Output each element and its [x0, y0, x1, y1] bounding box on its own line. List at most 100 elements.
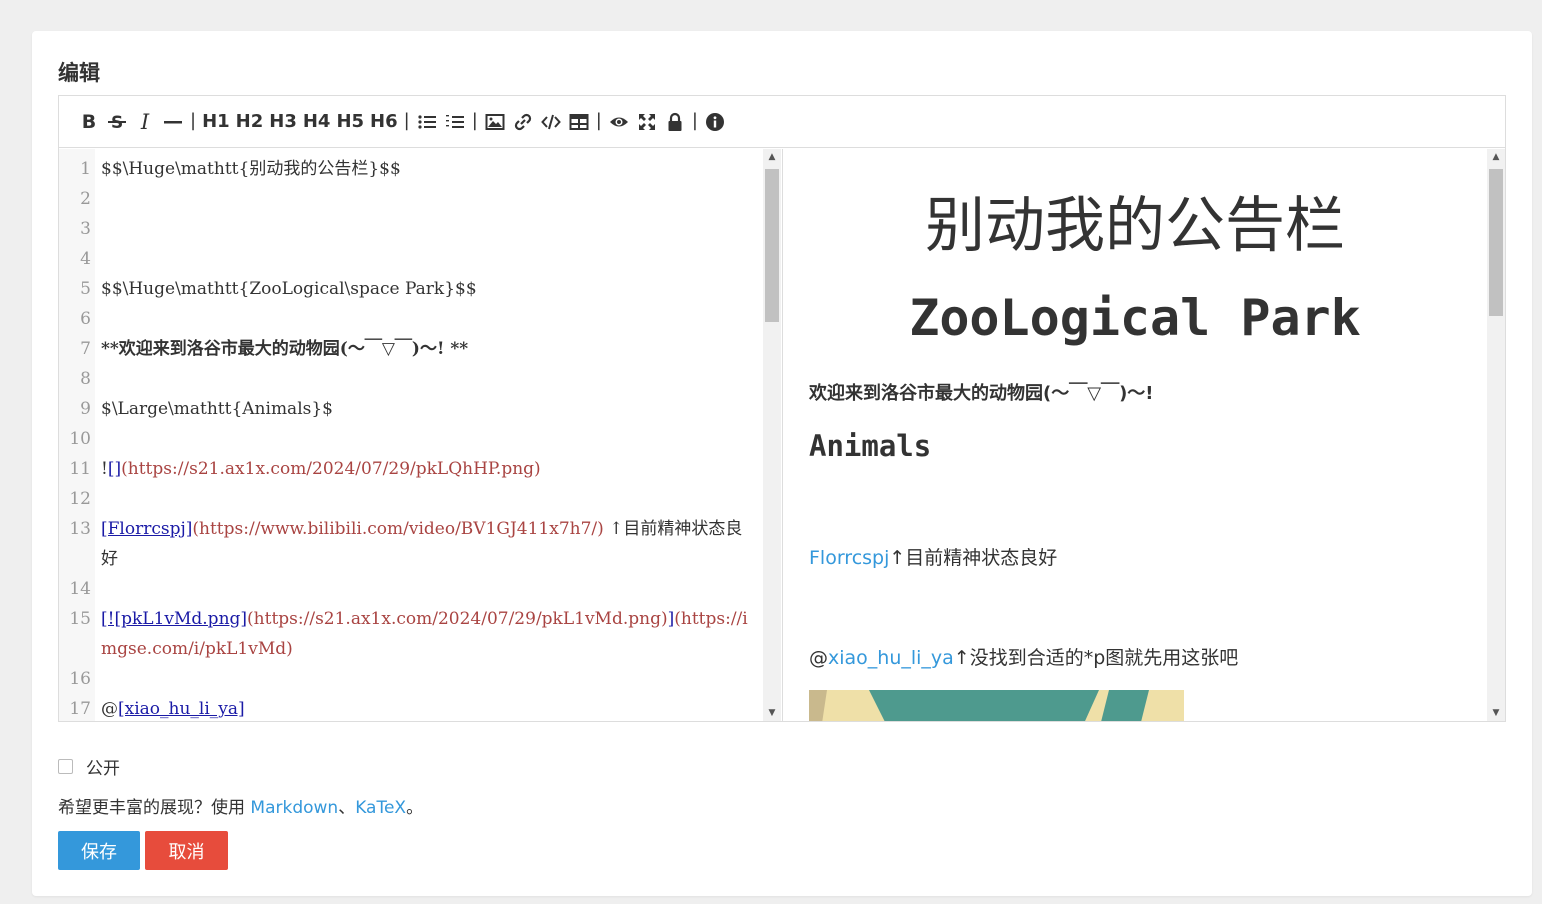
line-number: 16	[69, 669, 91, 689]
line-number: 14	[69, 579, 91, 599]
line-content	[95, 424, 759, 454]
florrcspj-link[interactable]: Florrcspj	[809, 547, 889, 569]
eye-icon[interactable]	[605, 107, 633, 137]
code-line[interactable]: 14	[59, 574, 759, 604]
toolbar-separator: |	[190, 110, 197, 131]
code-line[interactable]: 9 $\Large\mathtt{Animals}$	[59, 394, 759, 424]
code-icon[interactable]	[537, 107, 565, 137]
toolbar-separator: |	[595, 110, 602, 131]
preview-scrollbar[interactable]: ▲ ▼	[1487, 149, 1505, 721]
code-line[interactable]: 15 [![pkL1vMd.png](https://s21.ax1x.com/2…	[59, 604, 759, 664]
markdown-link[interactable]: Markdown	[250, 798, 338, 818]
status-text: ↑目前精神状态良好	[889, 547, 1058, 569]
scroll-up-arrow-icon[interactable]: ▲	[763, 149, 781, 165]
code-line[interactable]: 13 [Florrcspj](https://www.bilibili.com/v…	[59, 514, 759, 574]
h5-button[interactable]: H5	[333, 107, 367, 137]
preview-scrollbar-thumb[interactable]	[1489, 169, 1503, 316]
code-line[interactable]: 12	[59, 484, 759, 514]
line-content	[95, 664, 759, 694]
preview-pane: 别动我的公告栏 ZooLogical Park 欢迎来到洛谷市最大的动物园(～￣…	[783, 149, 1487, 721]
toolbar-separator: |	[471, 110, 478, 131]
cancel-button[interactable]: 取消	[145, 831, 228, 870]
save-button[interactable]: 保存	[58, 831, 140, 870]
link-icon[interactable]	[509, 107, 537, 137]
line-number: 4	[80, 249, 91, 269]
code-line[interactable]: 7 **欢迎来到洛谷市最大的动物园(～￣▽￣)～! **	[59, 334, 759, 364]
line-number: 3	[80, 219, 91, 239]
code-line[interactable]: 4	[59, 244, 759, 274]
hint-text: 希望更丰富的展现？使用 Markdown、KaTeX。	[58, 793, 423, 818]
preview-image[interactable]	[809, 690, 1184, 721]
line-number: 7	[80, 339, 91, 359]
md-link-text: [![pkL1vMd.png]	[101, 609, 248, 629]
line-content	[95, 364, 759, 394]
line-content	[95, 244, 759, 274]
list-ul-icon[interactable]	[413, 107, 441, 137]
scroll-down-arrow-icon[interactable]: ▼	[763, 705, 781, 721]
code-line[interactable]: 10	[59, 424, 759, 454]
toolbar-separator: |	[403, 110, 410, 131]
line-text: $\Large\mathtt{Animals}$	[101, 399, 333, 419]
hint-separator: 、	[338, 798, 356, 818]
hint-prefix: 希望更丰富的展现？使用	[58, 798, 251, 818]
italic-icon[interactable]: I	[131, 107, 159, 137]
code-line[interactable]: 17 @[xiao_hu_li_ya]	[59, 694, 759, 721]
list-ol-icon[interactable]	[441, 107, 469, 137]
h6-button[interactable]: H6	[367, 107, 401, 137]
code-line[interactable]: 2	[59, 184, 759, 214]
code-line[interactable]: 3	[59, 214, 759, 244]
fullscreen-icon[interactable]	[633, 107, 661, 137]
code-lines[interactable]: 1 $$\Huge\mathtt{别动我的公告栏}$$ 2 3 4 5 $$\Huge\ma…	[59, 154, 759, 721]
code-line[interactable]: 1 $$\Huge\mathtt{别动我的公告栏}$$	[59, 154, 759, 184]
line-content: $\Large\mathtt{Animals}$	[95, 394, 759, 424]
strikethrough-icon[interactable]: S	[103, 107, 131, 137]
line-content: [Florrcspj](https://www.bilibili.com/vid…	[95, 514, 759, 574]
line-number: 12	[69, 489, 91, 509]
code-line[interactable]: 16	[59, 664, 759, 694]
md-link-text: []	[107, 459, 122, 479]
lock-icon[interactable]	[661, 107, 689, 137]
h3-button[interactable]: H3	[266, 107, 300, 137]
code-line[interactable]: 5 $$\Huge\mathtt{ZooLogical\space Park}$$	[59, 274, 759, 304]
line-text: !	[101, 459, 108, 479]
code-line[interactable]: 11 ![](https://s21.ax1x.com/2024/07/29/pk…	[59, 454, 759, 484]
public-checkbox[interactable]	[58, 759, 73, 774]
hr-icon[interactable]	[159, 107, 187, 137]
scroll-up-arrow-icon[interactable]: ▲	[1487, 149, 1505, 165]
code-scrollbar-thumb[interactable]	[765, 169, 779, 322]
line-content	[95, 484, 759, 514]
line-text: $$\Huge\mathtt{别动我的公告栏}$$	[101, 159, 401, 179]
table-icon[interactable]	[565, 107, 593, 137]
line-number: 17	[69, 699, 91, 719]
code-scrollbar[interactable]: ▲ ▼	[763, 149, 781, 721]
image-icon[interactable]	[481, 107, 509, 137]
md-link-text: [Florrcspj]	[101, 519, 193, 539]
h4-button[interactable]: H4	[300, 107, 334, 137]
line-content: [![pkL1vMd.png](https://s21.ax1x.com/202…	[95, 604, 759, 664]
info-icon[interactable]	[701, 107, 729, 137]
line-content: **欢迎来到洛谷市最大的动物园(～￣▽￣)～! **	[95, 334, 759, 364]
line-number: 10	[69, 429, 91, 449]
code-line[interactable]: 6	[59, 304, 759, 334]
bold-icon[interactable]: B	[75, 107, 103, 137]
line-text: $$\Huge\mathtt{ZooLogical\space Park}$$	[101, 279, 477, 299]
katex-link[interactable]: KaTeX	[355, 798, 406, 818]
preview-status-line: Florrcspj↑目前精神状态良好	[809, 543, 1057, 570]
edit-card: 编辑 B S I | H1 H2 H3 H4 H5 H6 | | | | 1 $…	[32, 31, 1532, 896]
h2-button[interactable]: H2	[233, 107, 267, 137]
public-checkbox-row[interactable]: 公开	[58, 754, 120, 779]
h1-button[interactable]: H1	[199, 107, 233, 137]
hint-suffix: 。	[406, 798, 424, 818]
md-link-url: (https://s21.ax1x.com/2024/07/29/pkLQhHP…	[121, 459, 541, 479]
code-editor-pane[interactable]: 1 $$\Huge\mathtt{别动我的公告栏}$$ 2 3 4 5 $$\Huge\ma…	[59, 149, 783, 721]
preview-credit-line: @xiao_hu_li_ya↑没找到合适的*p图就先用这张吧	[809, 643, 1238, 670]
markdown-editor: B S I | H1 H2 H3 H4 H5 H6 | | | | 1 $$\H…	[58, 95, 1506, 722]
md-link-url: (https://s21.ax1x.com/2024/07/29/pkL1vMd…	[247, 609, 668, 629]
line-number: 9	[80, 399, 91, 419]
line-content	[95, 304, 759, 334]
code-line[interactable]: 8	[59, 364, 759, 394]
xiao-hu-li-ya-link[interactable]: xiao_hu_li_ya	[828, 647, 954, 669]
scroll-down-arrow-icon[interactable]: ▼	[1487, 705, 1505, 721]
public-label: 公开	[86, 759, 120, 779]
preview-animals-heading: Animals	[809, 429, 932, 463]
